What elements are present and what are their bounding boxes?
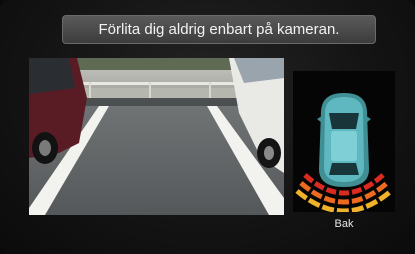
parking-sensor-panel — [293, 71, 395, 212]
camera-warning-banner: Förlita dig aldrig enbart på kameran. — [62, 15, 376, 44]
car-top-view-icon — [317, 93, 371, 187]
guard-rail — [79, 82, 239, 85]
vegetation — [69, 58, 239, 70]
rear-camera-view — [29, 58, 284, 215]
sensor-view-label: Bak — [334, 218, 354, 230]
parking-assist-screen: Förlita dig aldrig enbart på kameran. Ba… — [0, 0, 415, 254]
